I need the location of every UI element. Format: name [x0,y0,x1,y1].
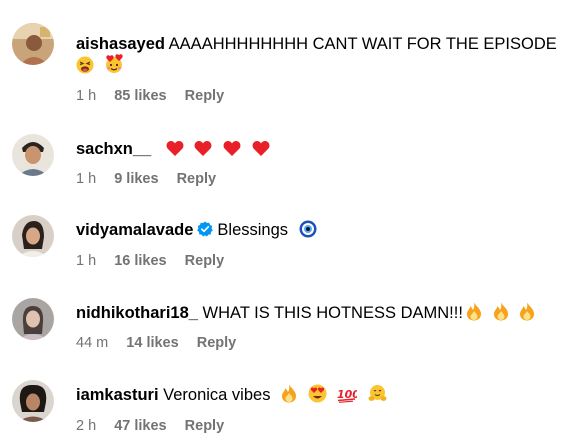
nazar-amulet-emoji [299,220,317,244]
comment-meta: 2 h 47 likes Reply [76,417,224,435]
red-heart-emoji [166,140,184,163]
tired-face-emoji [76,56,94,79]
avatar[interactable] [12,298,54,340]
comment-timestamp: 1 h [76,253,97,269]
comment-username[interactable]: iamkasturi [76,386,159,404]
verified-badge-icon [197,221,214,243]
avatar[interactable] [12,134,54,176]
likes-count[interactable]: 9 likes [114,171,158,187]
comment-body: nidhikothari18_ WHAT IS THIS HOTNESS DAM… [76,302,570,327]
avatar[interactable] [12,23,54,65]
heart-eyes-emoji [308,384,327,409]
reply-button[interactable]: Reply [185,253,225,269]
comment-text: Blessings [217,221,289,239]
fire-emoji [281,384,297,409]
comment-username[interactable]: vidyamalavade [76,221,193,239]
hugging-face-emoji [368,384,387,409]
fire-emoji [466,302,482,327]
likes-count[interactable]: 16 likes [114,253,166,269]
comment-username[interactable]: sachxn__ [76,140,151,158]
fire-emoji [493,302,509,327]
fire-emoji [519,302,535,327]
likes-count[interactable]: 47 likes [114,418,166,434]
comment-timestamp: 2 h [76,418,97,434]
comment-timestamp: 44 m [76,335,109,351]
comment-meta: 1 h 85 likes Reply [76,87,224,105]
reply-button[interactable]: Reply [177,171,217,187]
comment-meta: 1 h 9 likes Reply [76,170,216,188]
reply-button[interactable]: Reply [185,88,225,104]
hundred-points-emoji: 100 [337,385,361,409]
comment-body: vidyamalavade Blessings [76,219,570,244]
avatar[interactable] [12,380,54,422]
comment-text: Veronica vibes [163,386,271,404]
reply-button[interactable]: Reply [197,335,237,351]
red-heart-emoji [194,140,212,163]
comment-body: sachxn__ [76,138,570,163]
comment-timestamp: 1 h [76,171,97,187]
face-with-hearts-emoji [104,54,124,79]
red-heart-emoji [252,140,270,163]
likes-count[interactable]: 85 likes [114,88,166,104]
comment-text: AAAAHHHHHHHH CANT WAIT FOR THE EPISODE [168,35,557,53]
reply-button[interactable]: Reply [185,418,225,434]
comment-text: WHAT IS THIS HOTNESS DAMN!!! [202,304,463,322]
comments-list: aishasayed AAAAHHHHHHHH CANT WAIT FOR TH… [0,0,578,443]
comment-meta: 44 m 14 likes Reply [76,334,236,352]
comment-timestamp: 1 h [76,88,97,104]
avatar[interactable] [12,215,54,257]
comment-meta: 1 h 16 likes Reply [76,252,224,270]
comment-username[interactable]: nidhikothari18_ [76,304,198,322]
comment-username[interactable]: aishasayed [76,35,165,53]
red-heart-emoji [223,140,241,163]
comment-body: aishasayed AAAAHHHHHHHH CANT WAIT FOR TH… [76,33,570,55]
comment-emoji-row [76,54,124,76]
likes-count[interactable]: 14 likes [126,335,178,351]
comment-body: iamkasturi Veronica vibes 100 [76,384,570,409]
